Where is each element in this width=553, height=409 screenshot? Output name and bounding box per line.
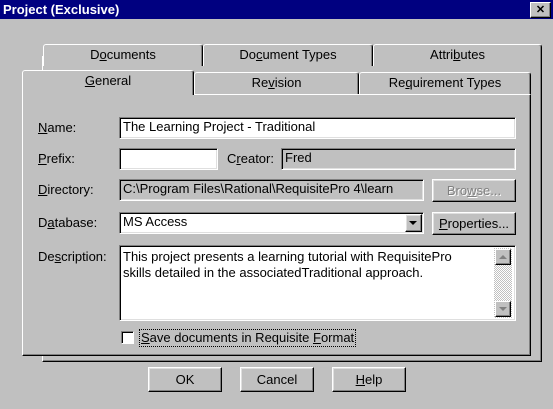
save-format-label[interactable]: Save documents in Requisite Format [138, 329, 357, 347]
directory-field: C:\Program Files\Rational\RequisitePro 4… [119, 179, 424, 201]
database-select[interactable]: MS Access [119, 212, 424, 234]
description-textarea[interactable]: This project presents a learning tutoria… [119, 245, 516, 321]
scroll-up-icon[interactable] [495, 249, 511, 265]
scroll-down-icon[interactable] [495, 301, 511, 317]
tab-attributes[interactable]: Attributes [373, 44, 542, 66]
properties-button[interactable]: Properties... [432, 212, 516, 235]
chevron-down-icon [409, 221, 417, 225]
name-field[interactable]: The Learning Project - Traditional [119, 117, 516, 139]
close-button[interactable]: ✕ [530, 2, 551, 18]
cancel-button[interactable]: Cancel [240, 367, 314, 392]
tab-revision[interactable]: Revision [194, 72, 359, 94]
save-format-checkbox[interactable] [121, 331, 134, 344]
close-icon: ✕ [535, 4, 546, 16]
tab-requirement-types[interactable]: Requirement Types [359, 72, 531, 94]
tab-document-types[interactable]: Document Types [203, 44, 373, 66]
prefix-field[interactable] [119, 148, 218, 170]
window-title: Project (Exclusive) [3, 2, 120, 17]
ok-button[interactable]: OK [148, 367, 222, 392]
name-label: Name: [38, 120, 77, 135]
creator-label: Creator: [227, 151, 274, 166]
database-dropdown-button[interactable] [405, 214, 422, 232]
browse-button[interactable]: Browse... [432, 179, 516, 202]
database-label: Database: [38, 215, 98, 230]
tab-documents[interactable]: Documents [43, 44, 203, 66]
description-text: This project presents a learning tutoria… [123, 249, 452, 280]
directory-label: Directory: [38, 182, 94, 197]
help-button[interactable]: Help [332, 367, 406, 392]
description-label: Description: [38, 249, 107, 264]
prefix-label: Prefix: [38, 151, 75, 166]
tab-general[interactable]: General [22, 70, 194, 95]
creator-field: Fred [281, 148, 516, 170]
